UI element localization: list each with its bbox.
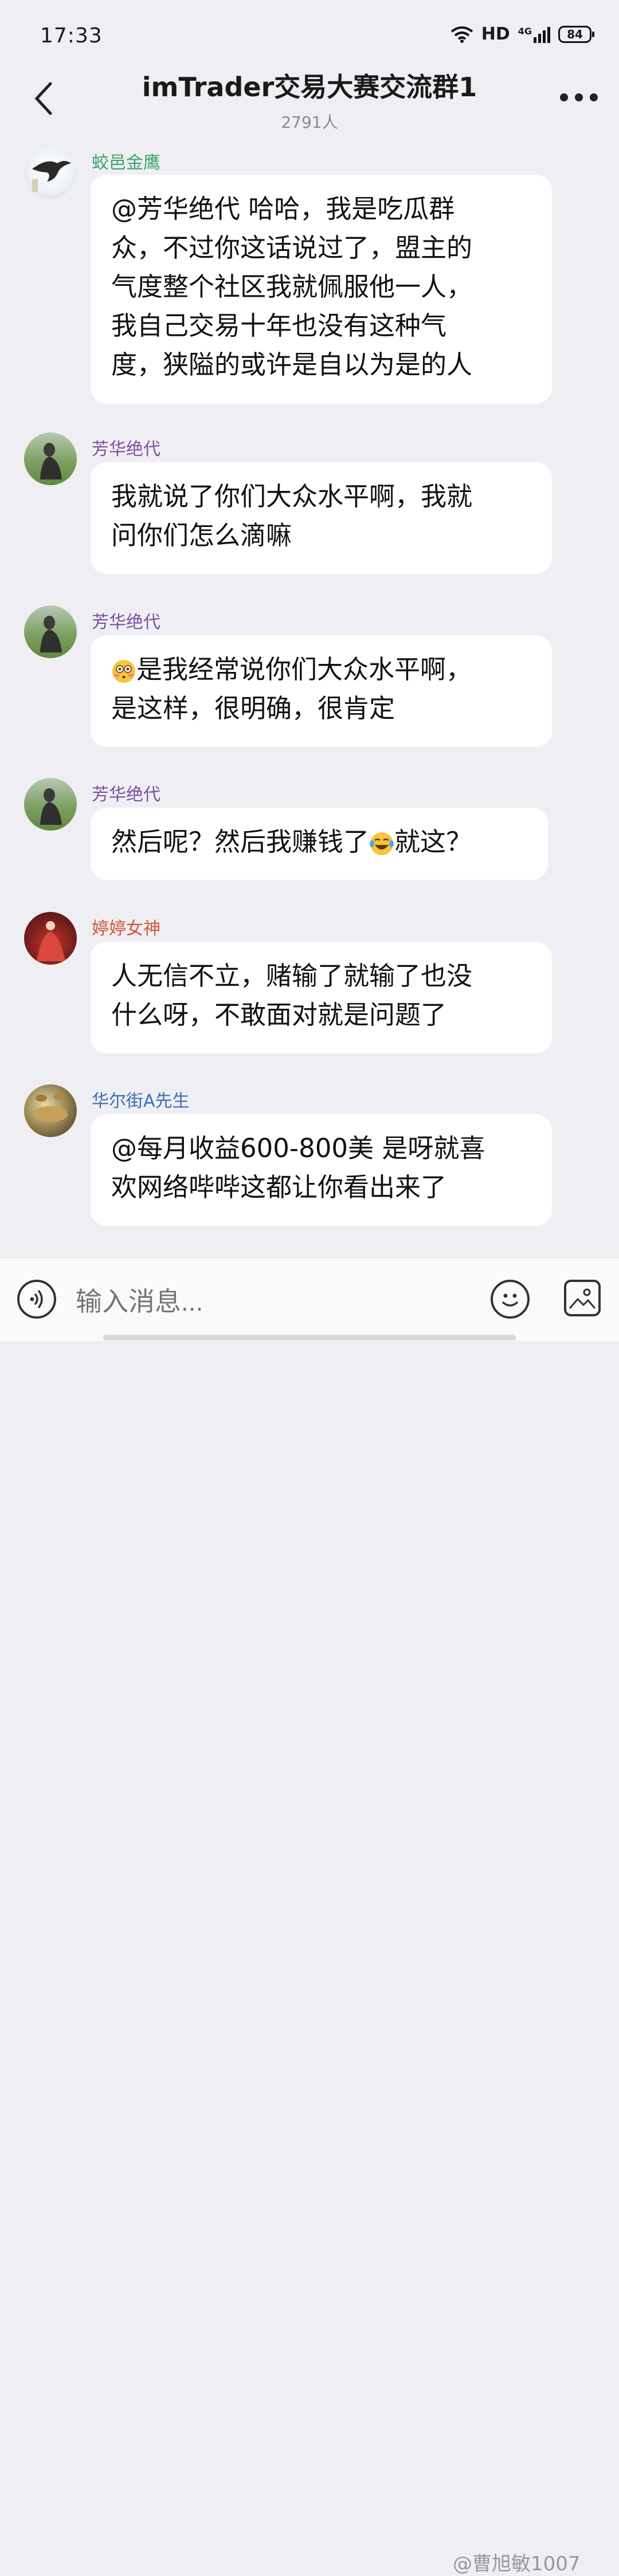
image-icon bbox=[569, 1288, 596, 1309]
message-bubble[interactable]: @芳华绝代 哈哈，我是吃瓜群 众，不过你这话说过了，盟主的 气度整个社区我就佩服… bbox=[91, 175, 552, 404]
avatar[interactable] bbox=[24, 912, 77, 965]
message-line: 问你们怎么滴嘛 bbox=[111, 520, 292, 550]
message-bubble[interactable]: 是我经常说你们大众水平啊， 是这样，很明确，很肯定 bbox=[91, 635, 552, 747]
message-line: @芳华绝代 哈哈，我是吃瓜群 bbox=[111, 194, 455, 224]
person-photo-icon bbox=[40, 788, 62, 825]
message-text: 然后呢？然后我赚钱了 bbox=[111, 827, 370, 857]
sender-name: 婷婷女神 bbox=[92, 919, 160, 939]
tears-of-joy-emoji-icon bbox=[370, 832, 394, 855]
person-photo-icon bbox=[40, 443, 62, 479]
dot-icon bbox=[575, 93, 583, 101]
message-line: 人无信不立，赌输了就输了也没 bbox=[111, 961, 473, 991]
sender-name: 蛟邑金鹰 bbox=[92, 153, 160, 173]
member-count: 2791人 bbox=[281, 113, 338, 132]
signal-type: 4G bbox=[518, 25, 532, 37]
message-line: 什么呀，不敢面对就是问题了 bbox=[111, 1000, 447, 1030]
status-icons: HD 4G 84 bbox=[450, 24, 594, 44]
message-line: 我自己交易十年也没有这种气 bbox=[111, 310, 447, 341]
sender-name: 芳华绝代 bbox=[92, 439, 160, 459]
emoji-button[interactable] bbox=[491, 1280, 530, 1319]
dot-icon bbox=[590, 93, 598, 101]
message-bubble[interactable]: 我就说了你们大众水平啊，我就 问你们怎么滴嘛 bbox=[91, 462, 552, 574]
signal-icon: 4G bbox=[518, 26, 550, 43]
message-line: 我就说了你们大众水平啊，我就 bbox=[111, 481, 473, 512]
wifi-icon bbox=[450, 26, 473, 43]
home-indicator bbox=[103, 1335, 516, 1340]
person-photo-icon bbox=[37, 921, 65, 961]
message-line: 然后呢？然后我赚钱了 就这？ bbox=[111, 823, 527, 862]
sender-name: 芳华绝代 bbox=[92, 612, 160, 632]
status-bar: 17:33 HD 4G 84 bbox=[0, 0, 619, 69]
avatar[interactable] bbox=[24, 432, 77, 485]
message-bubble[interactable]: @每月收益600-800美 是呀就喜 欢网络哔哔这都让你看出来了 bbox=[91, 1114, 552, 1226]
avatar[interactable] bbox=[24, 146, 77, 199]
dot-icon bbox=[560, 93, 568, 101]
avatar[interactable] bbox=[24, 605, 77, 658]
smiley-icon bbox=[502, 1293, 518, 1307]
status-time: 17:33 bbox=[40, 24, 103, 48]
message-line: 气度整个社区我就佩服他一人， bbox=[111, 272, 473, 302]
message-line: 是我经常说你们大众水平啊， bbox=[111, 650, 531, 689]
avatar[interactable] bbox=[24, 1084, 77, 1137]
message-bubble[interactable]: 然后呢？然后我赚钱了 就这？ bbox=[91, 808, 548, 880]
watermark: @曹旭敏1007 bbox=[453, 2553, 581, 2575]
food-photo-icon bbox=[33, 1094, 68, 1122]
battery-icon: 84 bbox=[558, 25, 594, 43]
eagle-icon bbox=[32, 161, 71, 192]
sender-name: 华尔街A先生 bbox=[92, 1091, 190, 1111]
message-line: 度，狭隘的或许是自以为是的人 bbox=[111, 349, 473, 380]
message-input-bar: @曹旭敏1007 bbox=[0, 1257, 619, 2575]
message-bubble[interactable]: 人无信不立，赌输了就输了也没 什么呀，不敢面对就是问题了 bbox=[91, 942, 552, 1053]
sender-name: 芳华绝代 bbox=[92, 785, 160, 805]
message-input[interactable] bbox=[75, 1281, 432, 1322]
network-label: HD bbox=[481, 24, 510, 44]
message-line: @每月收益600-800美 是呀就喜 bbox=[111, 1133, 485, 1163]
chat-header: imTrader交易大赛交流群1 2791人 bbox=[0, 63, 619, 137]
page-title: imTrader交易大赛交流群1 bbox=[142, 72, 477, 103]
image-button[interactable] bbox=[564, 1280, 601, 1316]
message-text: 是我经常说你们大众水平啊， bbox=[136, 654, 472, 685]
flushed-face-emoji-icon bbox=[112, 660, 135, 683]
message-line: 众，不过你这话说过了，盟主的 bbox=[111, 233, 473, 263]
message-line: 是这样，很明确，很肯定 bbox=[111, 693, 395, 723]
message-text: 就这？ bbox=[394, 827, 472, 857]
more-options-button[interactable] bbox=[556, 80, 602, 115]
message-line: 欢网络哔哔这都让你看出来了 bbox=[111, 1172, 447, 1202]
avatar[interactable] bbox=[24, 778, 77, 831]
voice-input-button[interactable] bbox=[17, 1280, 56, 1319]
person-photo-icon bbox=[40, 616, 62, 652]
voice-wave-icon bbox=[30, 1290, 43, 1308]
